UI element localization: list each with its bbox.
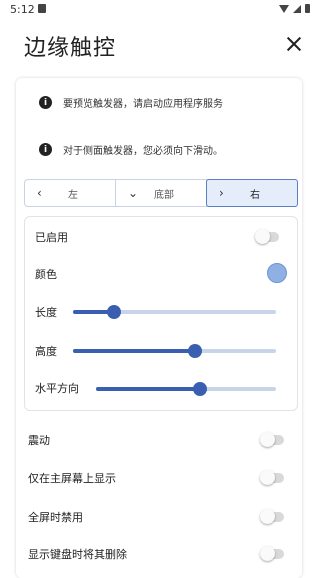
- home-only-toggle[interactable]: [260, 470, 284, 485]
- color-label: 颜色: [35, 268, 57, 281]
- horizontal-slider[interactable]: [96, 382, 276, 396]
- enabled-label: 已启用: [35, 231, 68, 244]
- notice-swipe: i 对于侧面触发器，您必须向下滑动。: [39, 142, 223, 157]
- height-slider[interactable]: [73, 344, 276, 358]
- status-bar: 5:12: [0, 0, 320, 18]
- home-only-label: 仅在主屏幕上显示: [28, 472, 116, 485]
- page-title: 边缘触控: [24, 36, 117, 61]
- length-label: 长度: [35, 306, 57, 319]
- settings-panel: i 要预览触发器，请启动应用程序服务 i 对于侧面触发器，您必须向下滑动。 ‹ …: [16, 78, 302, 578]
- vibration-label: 震动: [28, 434, 50, 447]
- battery-icon: [305, 4, 310, 13]
- notification-icon: [38, 4, 46, 13]
- enabled-toggle[interactable]: [255, 229, 279, 244]
- position-label: 左: [68, 189, 78, 201]
- status-icons: [279, 4, 310, 13]
- position-left-button[interactable]: ‹ 左: [25, 180, 116, 206]
- chevron-right-icon: ›: [219, 186, 224, 200]
- notice-service: i 要预览触发器，请启动应用程序服务: [39, 95, 223, 110]
- chevron-left-icon: ‹: [37, 186, 42, 200]
- notice-text: 要预览触发器，请启动应用程序服务: [63, 99, 223, 110]
- slider-thumb[interactable]: [106, 305, 121, 319]
- slider-thumb[interactable]: [187, 344, 202, 358]
- vibration-toggle[interactable]: [260, 432, 284, 447]
- keyboard-hide-label: 显示键盘时将其删除: [28, 548, 127, 561]
- length-slider[interactable]: [73, 305, 276, 319]
- position-selector: ‹ 左 ⌄ 底部 › 右: [24, 179, 298, 207]
- signal-icon: [293, 4, 301, 13]
- trigger-settings-card: 已启用 颜色 长度 高度 水平方向: [24, 216, 298, 411]
- slider-fill: [73, 349, 195, 353]
- horizontal-label: 水平方向: [35, 382, 79, 395]
- chevron-down-icon: ⌄: [128, 186, 139, 200]
- position-right-button[interactable]: › 右: [206, 179, 298, 207]
- slider-thumb[interactable]: [193, 382, 208, 396]
- position-label: 底部: [154, 189, 174, 201]
- close-button[interactable]: [286, 36, 302, 52]
- slider-fill: [96, 387, 201, 391]
- keyboard-hide-toggle[interactable]: [260, 546, 284, 561]
- height-label: 高度: [35, 345, 57, 358]
- fullscreen-disable-label: 全屏时禁用: [28, 511, 83, 524]
- color-swatch[interactable]: [267, 263, 287, 283]
- info-icon: i: [39, 143, 52, 156]
- info-icon: i: [39, 96, 52, 109]
- fullscreen-disable-toggle[interactable]: [260, 509, 284, 524]
- notice-text: 对于侧面触发器，您必须向下滑动。: [63, 146, 223, 157]
- position-bottom-button[interactable]: ⌄ 底部: [116, 180, 207, 206]
- status-time: 5:12: [10, 3, 35, 16]
- wifi-icon: [279, 4, 289, 13]
- position-label: 右: [250, 189, 260, 201]
